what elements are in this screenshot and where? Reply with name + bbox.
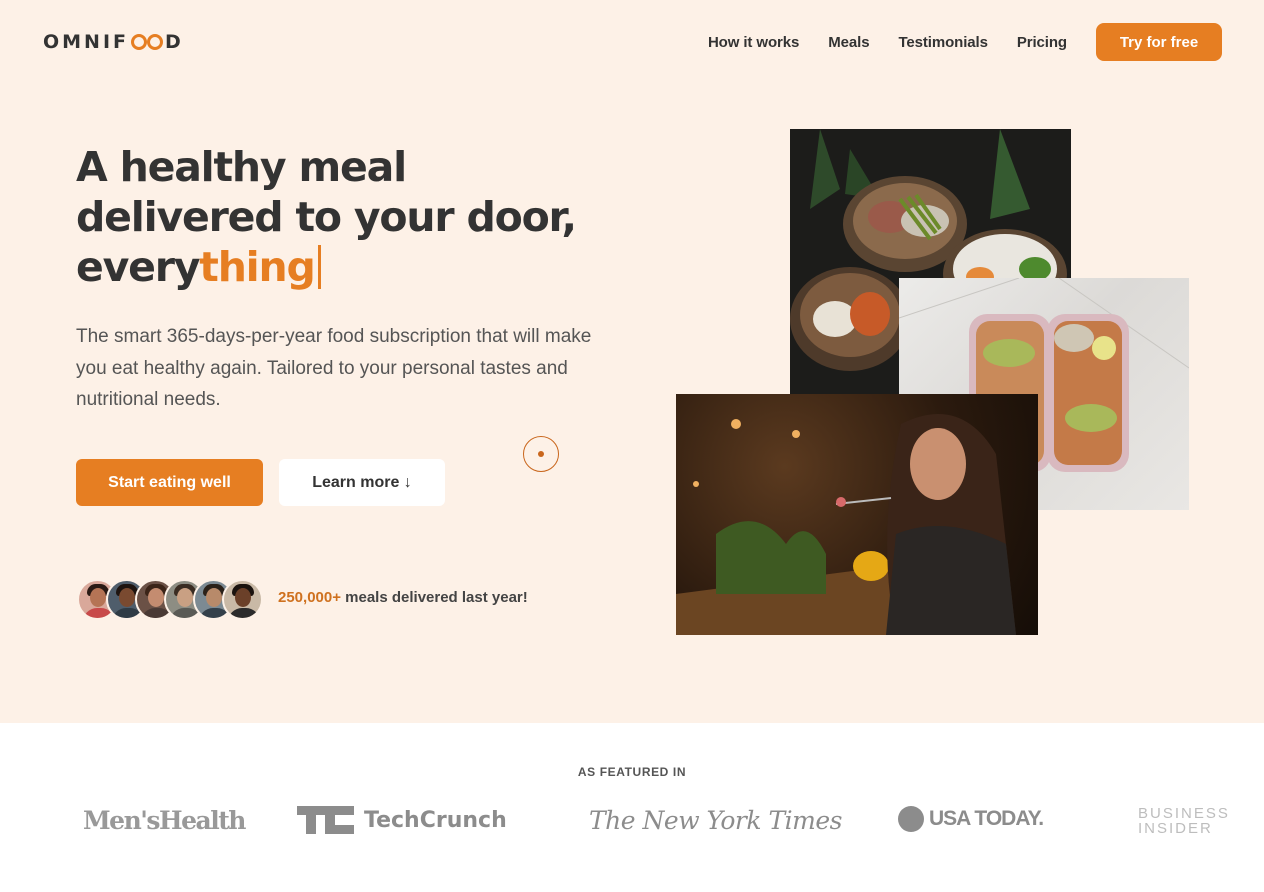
customer-avatars <box>77 579 263 620</box>
new-york-times-logo: The New York Times <box>589 806 842 835</box>
cursor-ring-icon <box>523 436 559 472</box>
typing-caret <box>317 245 321 289</box>
omnifood-logo[interactable]: OMNIF D <box>43 30 184 54</box>
learn-more-button[interactable]: Learn more ↓ <box>279 459 445 506</box>
start-eating-well-button[interactable]: Start eating well <box>76 459 263 506</box>
usa-today-logo-text: USA TODAY. <box>929 807 1044 830</box>
meals-delivered-stat: 250,000+ meals delivered last year! <box>278 589 528 606</box>
techcrunch-logo-text: TechCrunch <box>364 807 507 833</box>
logo-infinity-icon <box>131 34 164 50</box>
business-insider-logo-text: BUSINESS INSIDER <box>1138 805 1230 837</box>
nav-how-it-works[interactable]: How it works <box>708 34 799 51</box>
main-nav: How it works Meals Testimonials Pricing … <box>708 23 1222 61</box>
hero-title-line3: every <box>76 243 200 291</box>
hero-title-accent: thing <box>199 243 316 291</box>
nav-testimonials[interactable]: Testimonials <box>898 34 987 51</box>
meals-delivered-count: 250,000+ <box>278 589 341 606</box>
hero-description: The smart 365-days-per-year food subscri… <box>76 326 592 410</box>
techcrunch-logo: TechCrunch <box>297 806 507 834</box>
meals-delivered-text: meals delivered last year! <box>340 589 528 606</box>
usa-today-logo: USA TODAY. <box>898 806 1044 832</box>
business-insider-logo: BUSINESS INSIDER <box>1138 806 1230 836</box>
hero-section: OMNIF D How it works Meals Testimonials … <box>0 0 1264 723</box>
nav-meals[interactable]: Meals <box>828 34 869 51</box>
mens-health-logo: Men'sHealth <box>83 806 246 835</box>
woman-eating-image <box>676 394 1038 635</box>
avatar <box>222 579 263 620</box>
hero-title-line1: A healthy meal <box>76 143 407 191</box>
hero-title-line2: delivered to your door, <box>76 193 577 241</box>
try-for-free-button[interactable]: Try for free <box>1096 23 1222 61</box>
nav-pricing[interactable]: Pricing <box>1017 34 1067 51</box>
featured-logos: Men'sHealth TechCrunch The New York Time… <box>0 800 1264 844</box>
usa-today-dot-icon <box>898 806 924 832</box>
logo-text-end: D <box>165 31 184 53</box>
hero-title: A healthy meal delivered to your door, e… <box>76 142 636 292</box>
logo-text-part: OMNIF <box>43 31 130 53</box>
techcrunch-mark-icon <box>297 806 354 834</box>
featured-in-heading: AS FEATURED IN <box>577 765 687 779</box>
